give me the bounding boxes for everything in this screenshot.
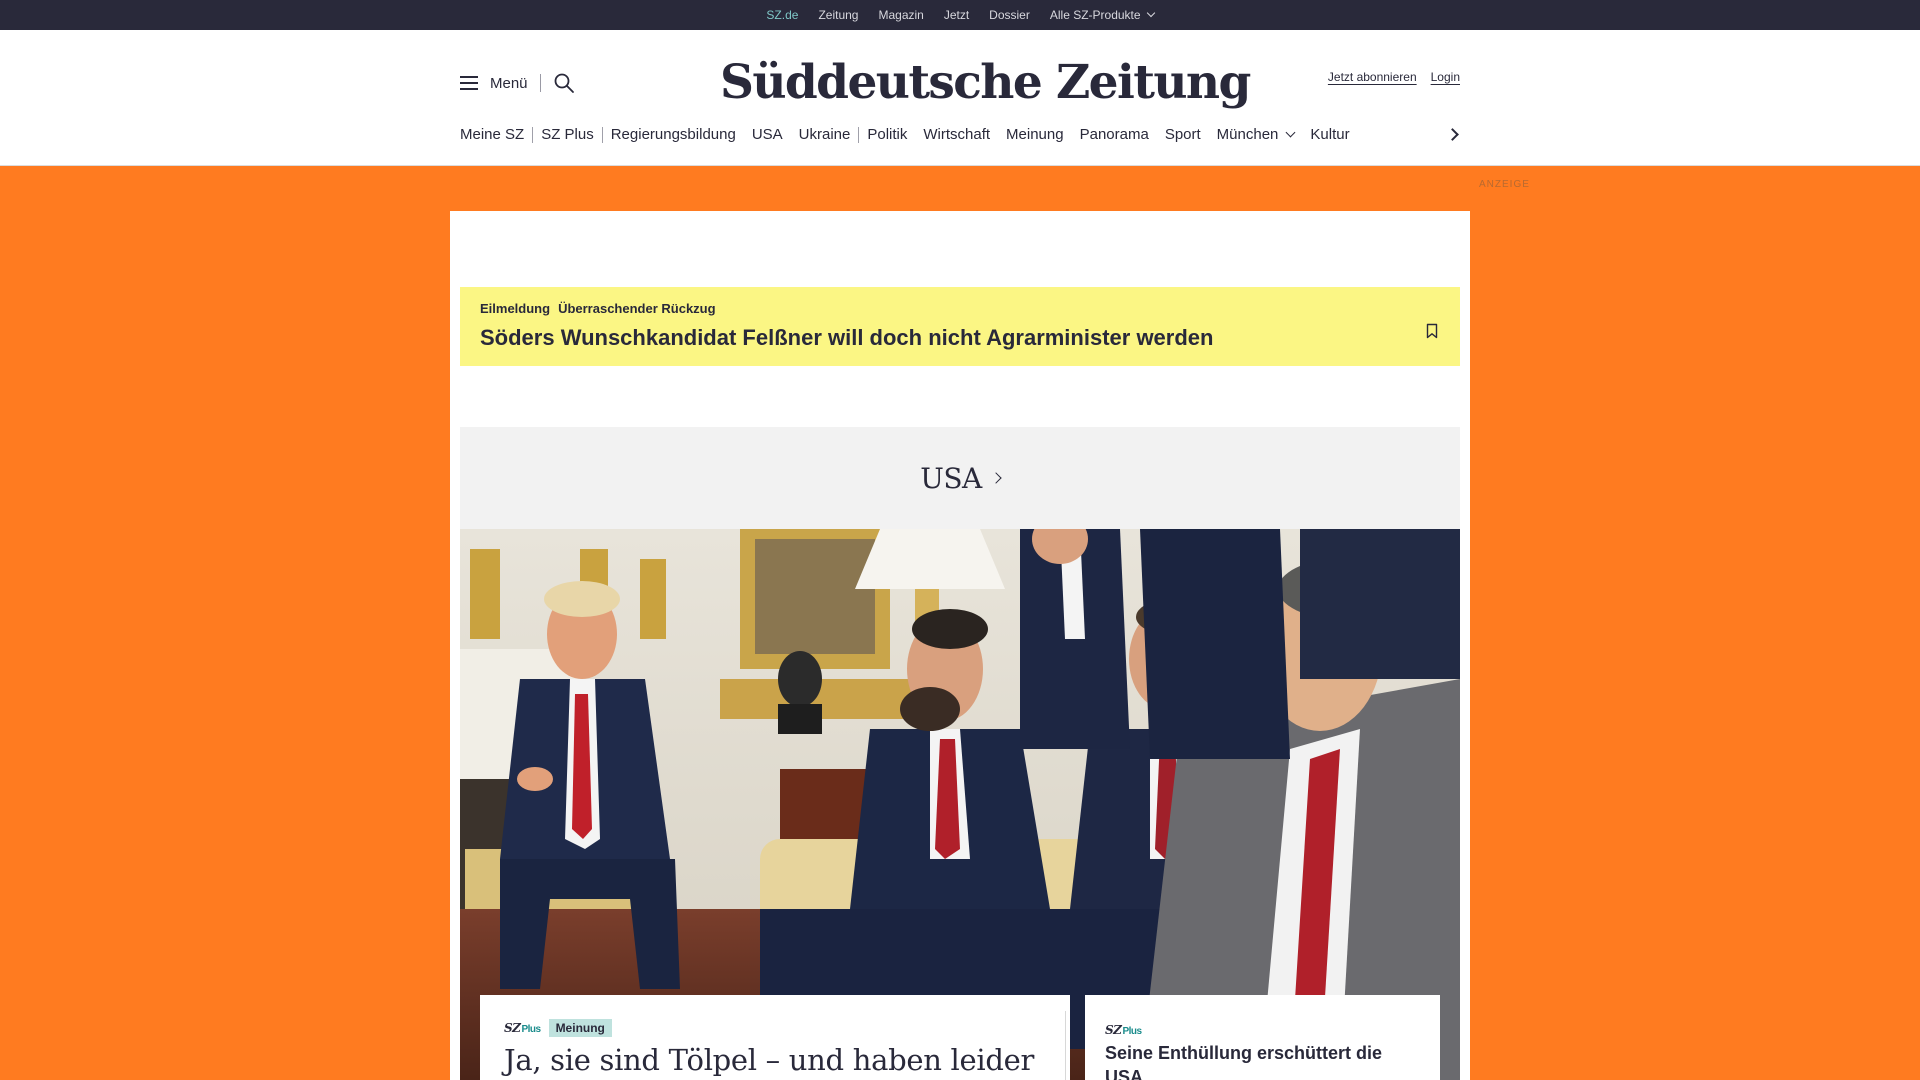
nav-item-muenchen[interactable]: München [1209, 125, 1303, 145]
side-article-teaser[interactable]: SZPlus Seine Enthüllung erschüttert die … [1085, 995, 1440, 1080]
side-article-headline[interactable]: Seine Enthüllung erschüttert die USA [1105, 1041, 1405, 1080]
section-title: USA [920, 461, 982, 495]
nav-item-ukraine[interactable]: Ukraine [791, 125, 859, 145]
nav-item-regierungsbildung[interactable]: Regierungsbildung [603, 125, 744, 145]
menu-divider [539, 74, 541, 92]
ad-label: ANZEIGE [1479, 179, 1530, 190]
topbar-item-alle-produkte[interactable]: Alle SZ-Produkte [1040, 0, 1164, 30]
nav-item-panorama[interactable]: Panorama [1072, 125, 1157, 145]
chevron-right-icon [990, 472, 1002, 484]
szplus-suffix: Plus [521, 1024, 541, 1035]
nav-item-sport[interactable]: Sport [1157, 125, 1209, 145]
menu-label: Menü [490, 74, 528, 92]
category-tag: Meinung [548, 1019, 612, 1037]
topbar-item-dossier[interactable]: Dossier [979, 0, 1040, 30]
teaser-divider [1065, 1011, 1066, 1080]
nav-item-meinung[interactable]: Meinung [998, 125, 1072, 145]
szplus-brand: SZ [504, 1021, 521, 1035]
nav-item-wirtschaft[interactable]: Wirtschaft [915, 125, 998, 145]
nav-item-muenchen-label: München [1216, 126, 1279, 143]
szplus-brand: SZ [1105, 1023, 1122, 1037]
szplus-logo: SZPlus [504, 1021, 541, 1035]
main-teaser-meta: SZPlus Meinung [504, 1019, 612, 1037]
nav-item-meine-sz[interactable]: Meine SZ [460, 125, 532, 145]
side-teaser-meta: SZPlus [1105, 1019, 1142, 1038]
site-logo[interactable]: Süddeutsche Zeitung [720, 48, 1251, 118]
nav-item-usa[interactable]: USA [744, 125, 791, 145]
breaking-topic: Überraschender Rückzug [558, 301, 716, 316]
subscribe-link[interactable]: Jetzt abonnieren [1328, 70, 1417, 84]
nav-item-sz-plus[interactable]: SZ Plus [533, 125, 602, 145]
nav-item-politik[interactable]: Politik [859, 125, 915, 145]
nav-item-kultur[interactable]: Kultur [1302, 125, 1357, 145]
breaking-kicker: Eilmeldung [480, 301, 551, 316]
topbar-item-zeitung[interactable]: Zeitung [808, 0, 868, 30]
site-header: Menü Süddeutsche Zeitung Jetzt abonniere… [0, 30, 1920, 166]
main-content: Eilmeldung Überraschender Rückzug Söders … [450, 211, 1470, 1080]
chevron-down-icon [1285, 127, 1296, 138]
menu-button[interactable]: Menü [460, 72, 575, 94]
breaking-meta: Eilmeldung Überraschender Rückzug [480, 301, 724, 316]
topbar-item-alle-produkte-label: Alle SZ-Produkte [1049, 8, 1141, 22]
bookmark-icon[interactable] [1426, 323, 1438, 339]
login-link[interactable]: Login [1431, 70, 1460, 84]
menu-icon [460, 76, 478, 90]
breaking-headline[interactable]: Söders Wunschkandidat Felßner will doch … [480, 325, 1213, 351]
szplus-suffix: Plus [1122, 1026, 1142, 1037]
search-icon[interactable] [553, 72, 575, 94]
product-bar: SZ.de Zeitung Magazin Jetzt Dossier Alle… [0, 0, 1920, 35]
szplus-logo: SZPlus [1105, 1023, 1142, 1037]
topbar-item-magazin[interactable]: Magazin [868, 0, 933, 30]
account-links: Jetzt abonnieren Login [1328, 70, 1460, 84]
chevron-right-icon[interactable] [1446, 128, 1459, 141]
main-article-headline[interactable]: Ja, sie sind Tölpel – und haben leider [504, 1043, 1034, 1077]
topbar-item-jetzt[interactable]: Jetzt [934, 0, 979, 30]
main-article-teaser[interactable]: SZPlus Meinung Ja, sie sind Tölpel – und… [480, 995, 1070, 1080]
breaking-news-teaser[interactable]: Eilmeldung Überraschender Rückzug Söders … [460, 287, 1460, 366]
chevron-down-icon [1146, 8, 1155, 18]
main-navigation: Meine SZ SZ Plus Regierungsbildung USA U… [460, 120, 1358, 150]
topbar-item-szde[interactable]: SZ.de [756, 0, 808, 35]
section-header-usa[interactable]: USA [460, 427, 1460, 529]
